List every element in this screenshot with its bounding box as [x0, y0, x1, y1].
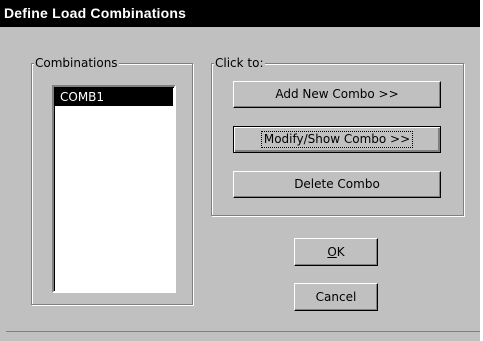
combinations-list[interactable]: COMB1 [52, 85, 176, 293]
modify-show-combo-label: Modify/Show Combo >> [260, 131, 414, 148]
click-to-group-caption: Click to: [214, 56, 265, 70]
ok-label-rest: K [336, 245, 345, 259]
window-title: Define Load Combinations [4, 5, 187, 21]
add-new-combo-button[interactable]: Add New Combo >> [233, 81, 441, 108]
ok-mnemonic: O [327, 245, 337, 259]
list-item-comb1[interactable]: COMB1 [55, 88, 173, 106]
modify-show-combo-button[interactable]: Modify/Show Combo >> [233, 126, 441, 153]
dialog-bottom-edge [6, 331, 480, 332]
ok-label: OK [327, 239, 344, 265]
cancel-button[interactable]: Cancel [294, 283, 378, 311]
cancel-label: Cancel [315, 290, 357, 304]
combinations-group-caption: Combinations [34, 56, 119, 70]
add-new-combo-label: Add New Combo >> [275, 87, 399, 101]
ok-button[interactable]: OK [294, 238, 378, 266]
define-load-combinations-dialog: Define Load Combinations Combinations CO… [0, 0, 483, 341]
delete-combo-label: Delete Combo [294, 177, 380, 191]
title-bar[interactable]: Define Load Combinations [0, 0, 480, 27]
delete-combo-button[interactable]: Delete Combo [233, 171, 441, 198]
